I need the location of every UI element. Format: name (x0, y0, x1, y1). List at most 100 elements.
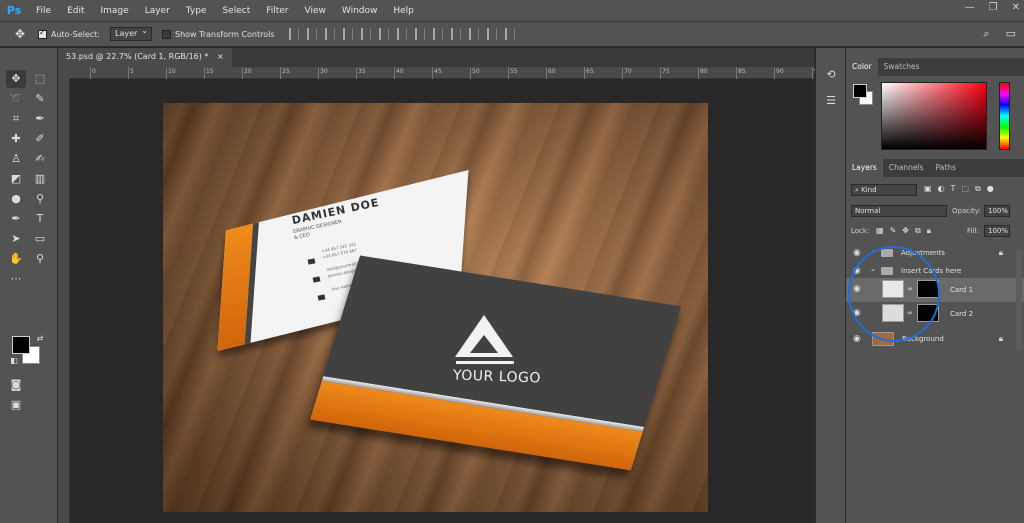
align-hcenter-icon[interactable] (360, 28, 371, 40)
filter-shape-icon[interactable]: ⬚ (961, 184, 969, 194)
filter-pixel-icon[interactable]: ▣ (924, 184, 932, 194)
lock-artboard-icon[interactable]: ⧉ (915, 226, 921, 236)
marquee-icon[interactable]: ⬚ (30, 70, 50, 88)
ruler-origin[interactable] (58, 67, 70, 79)
menu-help[interactable]: Help (385, 6, 422, 16)
color-panel-foreground[interactable] (853, 84, 867, 98)
auto-align-icon[interactable] (504, 28, 515, 40)
menu-file[interactable]: File (28, 6, 59, 16)
tab-channels[interactable]: Channels (883, 159, 930, 177)
close-tab-icon[interactable]: × (217, 52, 224, 61)
align-top-icon[interactable] (288, 28, 299, 40)
lock-position-icon[interactable]: ✥ (902, 226, 909, 236)
lock-all-icon[interactable]: 🔒︎ (927, 226, 931, 236)
eyedropper-icon[interactable]: ✒ (30, 110, 50, 128)
tab-swatches[interactable]: Swatches (878, 58, 926, 76)
app-logo: Ps (6, 4, 22, 17)
distribute-vcenter-icon[interactable] (414, 28, 425, 40)
align-left-icon[interactable] (342, 28, 353, 40)
clone-stamp-icon[interactable]: ♙ (6, 150, 26, 168)
align-vcenter-icon[interactable] (306, 28, 317, 40)
document-canvas[interactable]: DAMIEN DOE GRAPHIC DESIGNER & CEO +34 95… (163, 103, 708, 512)
brush-icon[interactable]: ✐ (30, 130, 50, 148)
default-colors-icon[interactable]: ◧ (4, 352, 24, 370)
minimize-button[interactable]: — (965, 2, 975, 13)
show-transform-checkbox[interactable] (161, 29, 171, 39)
pen-icon[interactable]: ✒ (6, 210, 26, 228)
filter-type-icon[interactable]: T (951, 184, 956, 194)
fill-field[interactable]: 100% (984, 225, 1010, 237)
more-tools-icon[interactable]: ⋯ (6, 270, 26, 288)
align-bottom-icon[interactable] (324, 28, 335, 40)
hue-slider[interactable] (999, 82, 1010, 150)
eye-icon[interactable]: ◉ (853, 248, 861, 258)
crop-icon[interactable]: ⌗ (6, 110, 26, 128)
menu-select[interactable]: Select (214, 6, 258, 16)
opacity-field[interactable]: 100% (984, 205, 1010, 217)
dodge-icon[interactable]: ⚲ (30, 190, 50, 208)
ruler-tick (774, 67, 775, 79)
restore-button[interactable]: ❐ (989, 2, 998, 13)
screen-mode-icon[interactable]: ▣ (6, 396, 26, 414)
foreground-color-swatch[interactable] (12, 336, 30, 354)
quick-mask-icon[interactable]: ◙ (6, 376, 26, 394)
layer-filter-dropdown[interactable]: ⌕ Kind (851, 184, 917, 196)
menu-window[interactable]: Window (334, 6, 386, 16)
ruler-tick (546, 67, 547, 79)
properties-panel-icon[interactable]: ☰ (824, 94, 838, 108)
blur-icon[interactable]: ● (6, 190, 26, 208)
history-panel-icon[interactable]: ⟲ (824, 68, 838, 82)
auto-select-target-dropdown[interactable]: Layer (109, 26, 152, 41)
zoom-icon[interactable]: ⚲ (30, 250, 50, 268)
ruler-number: 10 (168, 68, 176, 75)
eraser-icon[interactable]: ◩ (6, 170, 26, 188)
distribute-hcenter-icon[interactable] (468, 28, 479, 40)
menu-view[interactable]: View (297, 6, 334, 16)
type-icon[interactable]: T (30, 210, 50, 228)
color-picker-field[interactable] (881, 82, 987, 150)
move-tool-icon[interactable]: ✥ (12, 27, 28, 41)
lock-transparent-icon[interactable]: ▦ (876, 226, 884, 236)
layers-scrollbar[interactable] (1016, 250, 1022, 350)
layers-panel-tabs: Layers Channels Paths (846, 159, 1024, 177)
distribute-left-icon[interactable] (450, 28, 461, 40)
healing-brush-icon[interactable]: ✚ (6, 130, 26, 148)
menu-edit[interactable]: Edit (59, 6, 92, 16)
align-right-icon[interactable] (378, 28, 389, 40)
auto-select-checkbox[interactable] (38, 28, 47, 39)
quick-select-icon[interactable]: ✎ (30, 90, 50, 108)
vertical-ruler[interactable] (58, 79, 70, 523)
tab-color[interactable]: Color (846, 58, 878, 76)
lasso-icon[interactable]: ➰ (6, 90, 26, 108)
canvas-area[interactable]: DAMIEN DOE GRAPHIC DESIGNER & CEO +34 95… (70, 79, 814, 523)
move-icon[interactable]: ✥ (6, 70, 26, 88)
ruler-number: 45 (434, 68, 442, 75)
history-brush-icon[interactable]: ✍ (30, 150, 50, 168)
gradient-icon[interactable]: ▥ (30, 170, 50, 188)
menu-image[interactable]: Image (93, 6, 137, 16)
path-select-icon[interactable]: ➤ (6, 230, 26, 248)
distribute-right-icon[interactable] (486, 28, 497, 40)
distribute-bottom-icon[interactable] (432, 28, 443, 40)
close-button[interactable]: ✕ (1012, 2, 1020, 13)
search-icon[interactable]: ⌕ (983, 27, 989, 41)
tab-layers[interactable]: Layers (846, 159, 883, 177)
tab-paths[interactable]: Paths (930, 159, 962, 177)
blend-mode-dropdown[interactable]: Normal (851, 205, 947, 217)
document-tab[interactable]: 53.psd @ 22.7% (Card 1, RGB/16) * × (58, 48, 232, 67)
menu-layer[interactable]: Layer (137, 6, 178, 16)
lock-label: Lock: (851, 227, 870, 235)
eye-icon[interactable]: ◉ (853, 334, 861, 344)
menu-filter[interactable]: Filter (258, 6, 296, 16)
distribute-top-icon[interactable] (396, 28, 407, 40)
horizontal-ruler[interactable]: 05101520253035404550556065707580859095 (70, 67, 822, 79)
swap-colors-icon[interactable]: ⇄ (30, 330, 50, 348)
hand-icon[interactable]: ✋ (6, 250, 26, 268)
filter-smart-icon[interactable]: ⧉ (975, 184, 981, 194)
rectangle-icon[interactable]: ▭ (30, 230, 50, 248)
filter-toggle-icon[interactable]: ● (987, 184, 994, 194)
filter-adjustment-icon[interactable]: ◐ (938, 184, 945, 194)
menu-type[interactable]: Type (178, 6, 215, 16)
workspace-icon[interactable]: ▭ (1006, 27, 1016, 41)
lock-pixels-icon[interactable]: ✎ (890, 226, 897, 236)
